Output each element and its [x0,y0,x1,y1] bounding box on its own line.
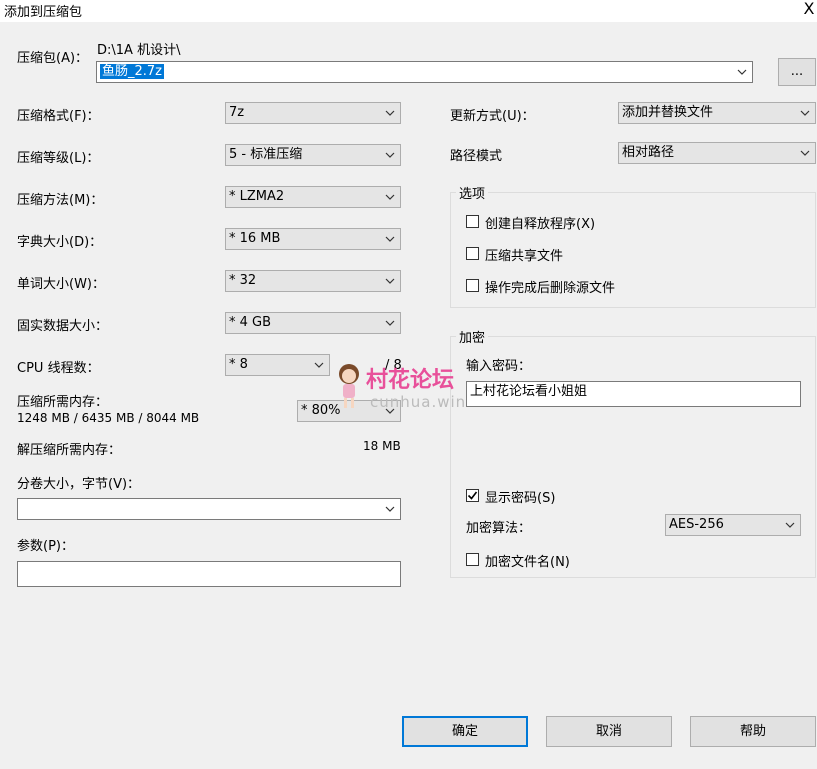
path-mode-select[interactable]: 相对路径 [618,142,816,164]
threads-value: * 8 [229,357,248,372]
chevron-down-icon [800,110,810,116]
chevron-down-icon [314,362,324,368]
shared-files-label: 压缩共享文件 [485,249,564,264]
method-label: 压缩方法(M)： [17,193,104,208]
sfx-checkbox[interactable] [466,215,479,228]
sfx-label: 创建自释放程序(X) [485,217,596,232]
window-title: 添加到压缩包 [4,5,83,20]
chevron-down-icon [385,506,395,512]
memory-label: 压缩所需内存： [17,395,109,410]
encryption-title: 加密 [456,327,489,346]
chevron-down-icon [385,278,395,284]
close-icon[interactable]: X [801,0,817,19]
cancel-button[interactable]: 取消 [546,716,672,747]
options-title: 选项 [456,183,489,202]
chevron-down-icon [385,320,395,326]
chevron-down-icon [385,236,395,242]
browse-button[interactable]: ... [778,58,816,86]
delete-after-label: 操作完成后删除源文件 [485,281,616,296]
level-label: 压缩等级(L)： [17,151,100,166]
solid-select[interactable]: * 4 GB [225,312,401,334]
path-mode-value: 相对路径 [622,145,675,160]
path-mode-label: 路径模式 [450,149,503,164]
format-select[interactable]: 7z [225,102,401,124]
dict-label: 字典大小(D)： [17,235,103,250]
ok-button[interactable]: 确定 [402,716,528,747]
word-value: * 32 [229,273,257,288]
encryption-method-select[interactable]: AES-256 [665,514,801,536]
format-value: 7z [229,105,245,120]
params-label: 参数(P)： [17,539,74,554]
dict-value: * 16 MB [229,231,281,246]
help-button[interactable]: 帮助 [690,716,816,747]
chevron-down-icon [800,150,810,156]
encryption-method-value: AES-256 [669,517,724,532]
archive-name-combo[interactable]: 鱼肠_2.7z [96,61,753,83]
password-label: 输入密码： [466,359,532,374]
format-label: 压缩格式(F)： [17,109,100,124]
chevron-down-icon [737,69,747,75]
dict-select[interactable]: * 16 MB [225,228,401,250]
level-select[interactable]: 5 - 标准压缩 [225,144,401,166]
solid-label: 固实数据大小： [17,319,109,334]
chevron-down-icon [385,194,395,200]
show-password-label: 显示密码(S) [485,491,556,506]
threads-label: CPU 线程数： [17,361,100,376]
archive-name-value: 鱼肠_2.7z [100,64,164,79]
shared-files-checkbox[interactable] [466,247,479,260]
memory-detail: 1248 MB / 6435 MB / 8044 MB [17,411,200,425]
chevron-down-icon [385,152,395,158]
watermark-girl-icon [334,360,364,412]
decompress-value: 18 MB [363,439,401,453]
threads-select[interactable]: * 8 [225,354,330,376]
word-label: 单词大小(W)： [17,277,105,292]
encrypt-names-label: 加密文件名(N) [485,555,570,570]
password-input[interactable]: 上村花论坛看小姐姐 [466,381,801,407]
encryption-method-label: 加密算法： [466,521,532,536]
delete-after-checkbox[interactable] [466,279,479,292]
archive-path: D:\1A 机设计\ [97,43,181,58]
volume-combo[interactable] [17,498,401,520]
checkmark-icon [467,491,478,500]
update-select[interactable]: 添加并替换文件 [618,102,816,124]
encrypt-names-checkbox[interactable] [466,553,479,566]
update-label: 更新方式(U)： [450,109,535,124]
solid-value: * 4 GB [229,315,272,330]
level-value: 5 - 标准压缩 [229,147,303,162]
chevron-down-icon [385,110,395,116]
watermark-text: 村花论坛 [366,368,455,393]
volume-label: 分卷大小，字节(V)： [17,477,141,492]
chevron-down-icon [785,522,795,528]
title-bar [0,0,817,22]
word-select[interactable]: * 32 [225,270,401,292]
method-select[interactable]: * LZMA2 [225,186,401,208]
archive-label: 压缩包(A)： [17,51,89,66]
update-value: 添加并替换文件 [622,105,714,120]
decompress-label: 解压缩所需内存： [17,443,122,458]
show-password-checkbox[interactable] [466,489,479,502]
watermark-sub: cunhua.win [370,393,467,411]
method-value: * LZMA2 [229,189,285,204]
params-input[interactable] [17,561,401,587]
